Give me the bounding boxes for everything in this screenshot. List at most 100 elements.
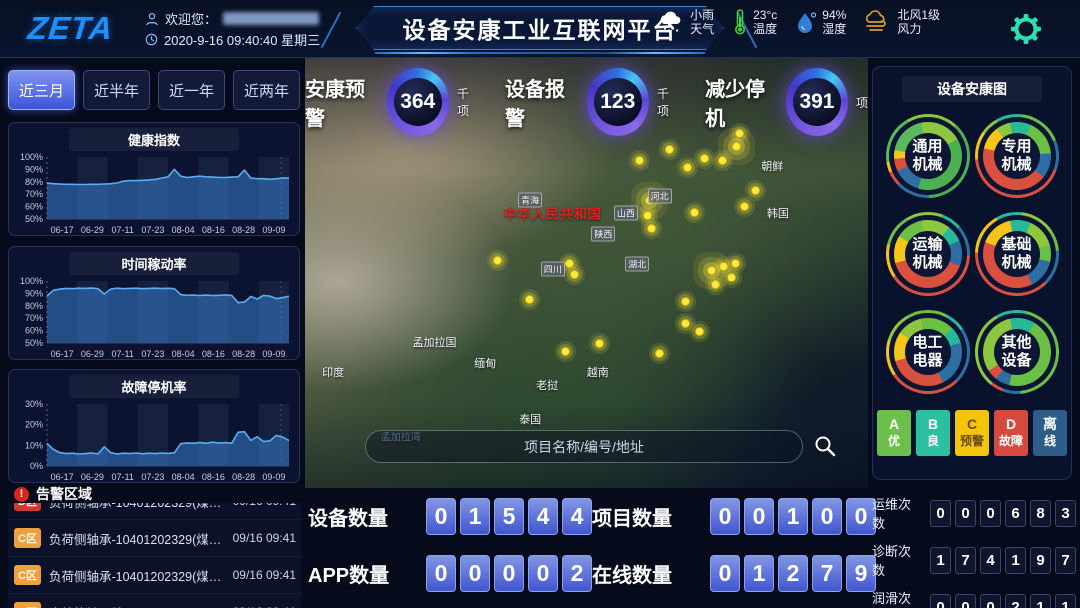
equipment-health-panel: 设备安康图 通用 机械专用 机械运输 机械基础 机械电工 电器其他 设备 A优B… [872, 66, 1072, 480]
map-label-country: 印度 [322, 364, 344, 380]
stat-label: 设备数量 [308, 502, 412, 531]
svg-text:60%: 60% [25, 326, 43, 336]
app-count-digits: 00002 [426, 555, 592, 592]
alert-section-header: ! 告警区域 [14, 484, 92, 504]
legend-item-4: 离线 [1033, 410, 1067, 456]
legend-item-0: A优 [877, 410, 911, 456]
map-marker[interactable] [751, 186, 760, 195]
gauge-label: 专用 机械 [994, 133, 1040, 179]
alert-list[interactable]: D区负荷侧轴承-10401202329(煤 引风机电...09/16 09:41… [8, 503, 302, 608]
map-label-province: 青海 [518, 192, 542, 207]
kpi-reduced-downtime: 减少停机 391 项 [705, 68, 868, 136]
svg-text:90%: 90% [25, 288, 43, 298]
svg-text:07-11: 07-11 [111, 225, 133, 235]
alert-warning-icon: ! [14, 487, 29, 502]
legend-label: 线 [1044, 433, 1056, 450]
china-map[interactable]: 中华人民共和国朝鲜韩国印度孟加拉国缅甸老挝泰国越南孟加拉湾四川陕西山西河北湖北青… [305, 58, 868, 488]
svg-text:07-11: 07-11 [111, 472, 133, 482]
filter-button-3[interactable]: 近两年 [233, 70, 300, 110]
svg-text:09-09: 09-09 [262, 472, 285, 482]
kpi-ring: 364 [387, 68, 449, 136]
chart-panel-failure-downtime: 故障停机率 30%20%10%0%06-1706-2907-1107-2308-… [8, 369, 300, 483]
weather-label: 风力 [897, 22, 940, 36]
stat-label: 在线数量 [592, 559, 696, 588]
alert-row[interactable]: C区齿轮箱输入端-10401202412(2#（2V）...09/16 09:4… [8, 594, 302, 608]
digit: 1 [744, 555, 774, 592]
project-count-digits: 00100 [710, 498, 876, 535]
map-marker[interactable] [565, 259, 574, 268]
chart-title: 时间稼动率 [69, 252, 239, 275]
legend-label: 良 [927, 433, 939, 450]
alert-zone-badge: C区 [14, 565, 41, 585]
digit: 0 [980, 500, 1001, 527]
weather-item-humidity: 94%湿度 [795, 8, 846, 36]
health-legend: A优B良C预警D故障离线 [873, 410, 1071, 456]
filter-button-2[interactable]: 近一年 [158, 70, 225, 110]
map-label-province: 湖北 [625, 257, 649, 272]
humidity-icon [795, 9, 817, 35]
kpi-label: 设备报警 [505, 73, 579, 131]
header-decor-left [321, 12, 342, 48]
time-filter-group: 近三月近半年近一年近两年 [8, 70, 300, 110]
map-marker[interactable] [683, 163, 692, 172]
title-banner-underline [375, 52, 705, 54]
digit: 2 [562, 555, 592, 592]
map-marker[interactable] [727, 273, 736, 282]
search-input[interactable] [366, 439, 802, 455]
digit: 5 [494, 498, 524, 535]
map-marker[interactable] [731, 259, 740, 268]
svg-text:80%: 80% [25, 177, 43, 187]
svg-text:0%: 0% [30, 461, 43, 471]
map-label-country: 朝鲜 [761, 158, 783, 174]
digit: 1 [778, 498, 808, 535]
filter-button-1[interactable]: 近半年 [83, 70, 150, 110]
alert-row[interactable]: C区负荷侧轴承-10401202329(煤气引风机电...09/16 09:41 [8, 520, 302, 557]
map-marker[interactable] [681, 319, 690, 328]
counter-label: 诊断次数 [872, 541, 922, 579]
svg-text:06-17: 06-17 [51, 349, 74, 359]
page-title: 设备安康工业互联网平台 [403, 11, 678, 45]
svg-text:09-09: 09-09 [262, 225, 285, 235]
chart-svg: 30%20%10%0%06-1706-2907-1107-2308-0408-1… [9, 398, 299, 483]
counter-digits: 174197 [930, 547, 1076, 574]
thermometer-icon [732, 8, 748, 36]
digit: 0 [930, 500, 951, 527]
kpi-ring-row: 安康预警 364 千项 设备报警 123 千项 减少停机 391 项 [305, 68, 868, 136]
dashboard: ZETA 欢迎您： 2020-9-16 09:40:40 星期三 设备安 [0, 0, 1080, 608]
map-marker[interactable] [525, 295, 534, 304]
counter-label: 运维次数 [872, 494, 922, 532]
map-marker[interactable] [718, 156, 727, 165]
project-search-bar[interactable] [365, 430, 803, 463]
map-marker[interactable] [647, 224, 656, 233]
weather-label: 湿度 [822, 22, 846, 36]
settings-gear-icon[interactable] [1006, 9, 1046, 54]
gauge-label: 运输 机械 [905, 231, 951, 277]
alert-zone-badge: D区 [14, 503, 41, 511]
online-count-digits: 01279 [710, 555, 876, 592]
digit: 2 [1005, 594, 1026, 608]
map-marker[interactable] [570, 270, 579, 279]
map-marker[interactable] [595, 339, 604, 348]
map-marker[interactable] [493, 256, 502, 265]
map-marker[interactable] [681, 297, 690, 306]
alert-row[interactable]: D区负荷侧轴承-10401202329(煤 引风机电...09/16 09:41 [8, 503, 302, 520]
digit: 8 [1030, 500, 1051, 527]
alert-row[interactable]: C区负荷侧轴承-10401202329(煤气引风机电...09/16 09:41 [8, 557, 302, 594]
svg-text:70%: 70% [25, 313, 43, 323]
gauge-label: 通用 机械 [905, 133, 951, 179]
svg-text:07-11: 07-11 [111, 349, 133, 359]
filter-button-0[interactable]: 近三月 [8, 70, 75, 110]
legend-label: 优 [888, 433, 900, 450]
kpi-value: 391 [793, 78, 841, 126]
svg-text:08-04: 08-04 [172, 472, 195, 482]
map-marker[interactable] [711, 280, 720, 289]
map-marker[interactable] [700, 154, 709, 163]
svg-text:08-16: 08-16 [202, 472, 225, 482]
map-label-province: 山西 [614, 205, 638, 220]
counter-row-0: 运维次数000683 [872, 494, 1076, 532]
kpi-unit: 项 [856, 94, 868, 111]
map-marker[interactable] [635, 156, 644, 165]
search-icon[interactable] [813, 434, 837, 463]
svg-text:80%: 80% [25, 301, 43, 311]
alert-section-title: 告警区域 [36, 484, 92, 504]
